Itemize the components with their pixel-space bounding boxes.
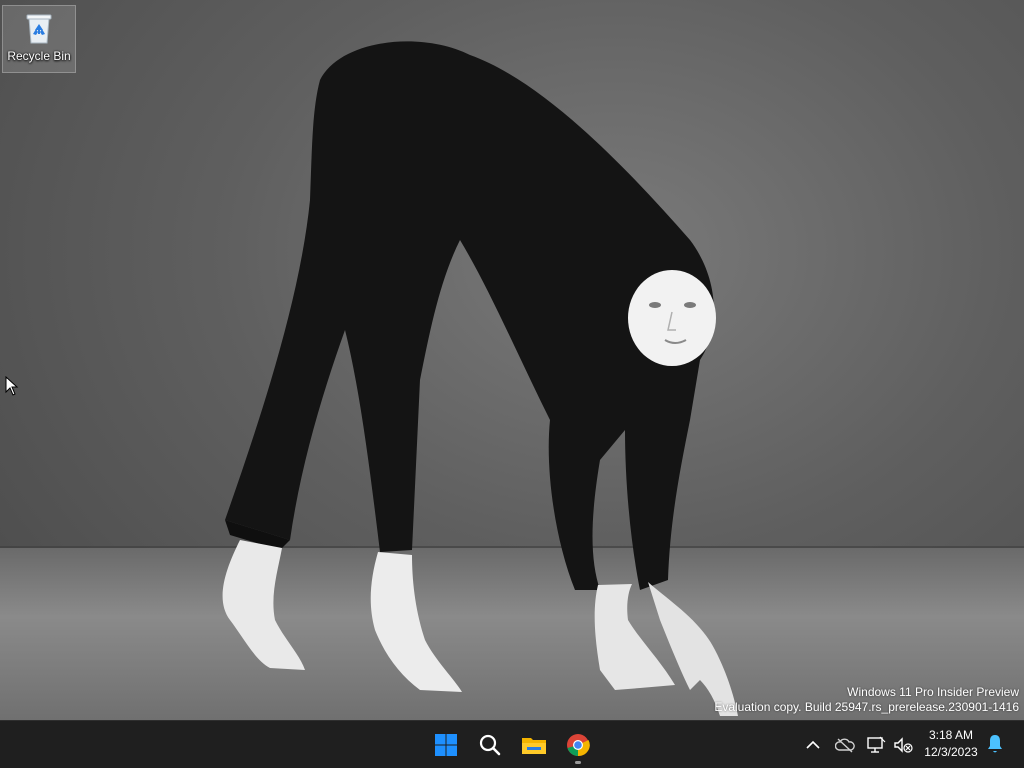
show-hidden-icons-button[interactable] bbox=[802, 729, 824, 761]
taskbar: 3:18 AM 12/3/2023 bbox=[0, 720, 1024, 768]
file-explorer-button[interactable] bbox=[514, 725, 554, 765]
onedrive-offline-icon bbox=[835, 738, 855, 753]
network-icon bbox=[867, 736, 886, 753]
desktop: Recycle Bin Windows 11 Pro Insider Previ… bbox=[0, 0, 1024, 720]
desktop-icon-recycle-bin[interactable]: Recycle Bin bbox=[2, 5, 76, 73]
search-icon bbox=[479, 734, 501, 756]
start-button[interactable] bbox=[426, 725, 466, 765]
chevron-up-icon bbox=[806, 740, 820, 749]
watermark-line-1: Windows 11 Pro Insider Preview bbox=[847, 685, 1019, 699]
clock-date: 12/3/2023 bbox=[924, 745, 978, 759]
folder-icon bbox=[522, 738, 546, 754]
desktop-icon-label: Recycle Bin bbox=[7, 49, 71, 63]
watermark-line-2: Evaluation copy. Build 25947.rs_prerelea… bbox=[714, 700, 1019, 714]
volume-button[interactable] bbox=[892, 729, 914, 761]
windows-logo-icon bbox=[435, 734, 457, 756]
chrome-button[interactable] bbox=[558, 725, 598, 765]
onedrive-button[interactable] bbox=[834, 729, 856, 761]
volume-muted-icon bbox=[894, 737, 913, 753]
bell-icon bbox=[988, 735, 1002, 753]
recycle-bin-icon bbox=[26, 14, 52, 44]
chrome-icon bbox=[567, 734, 590, 757]
clock-time: 3:18 AM bbox=[928, 728, 974, 742]
search-button[interactable] bbox=[470, 725, 510, 765]
network-button[interactable] bbox=[865, 729, 887, 761]
wallpaper-figure bbox=[222, 41, 738, 716]
mouse-cursor-icon bbox=[5, 376, 19, 396]
evaluation-watermark: Windows 11 Pro Insider Preview Evaluatio… bbox=[714, 685, 1019, 715]
running-indicator bbox=[575, 761, 581, 764]
clock[interactable]: 3:18 AM 12/3/2023 bbox=[918, 727, 984, 763]
notification-center-button[interactable] bbox=[986, 733, 1006, 757]
